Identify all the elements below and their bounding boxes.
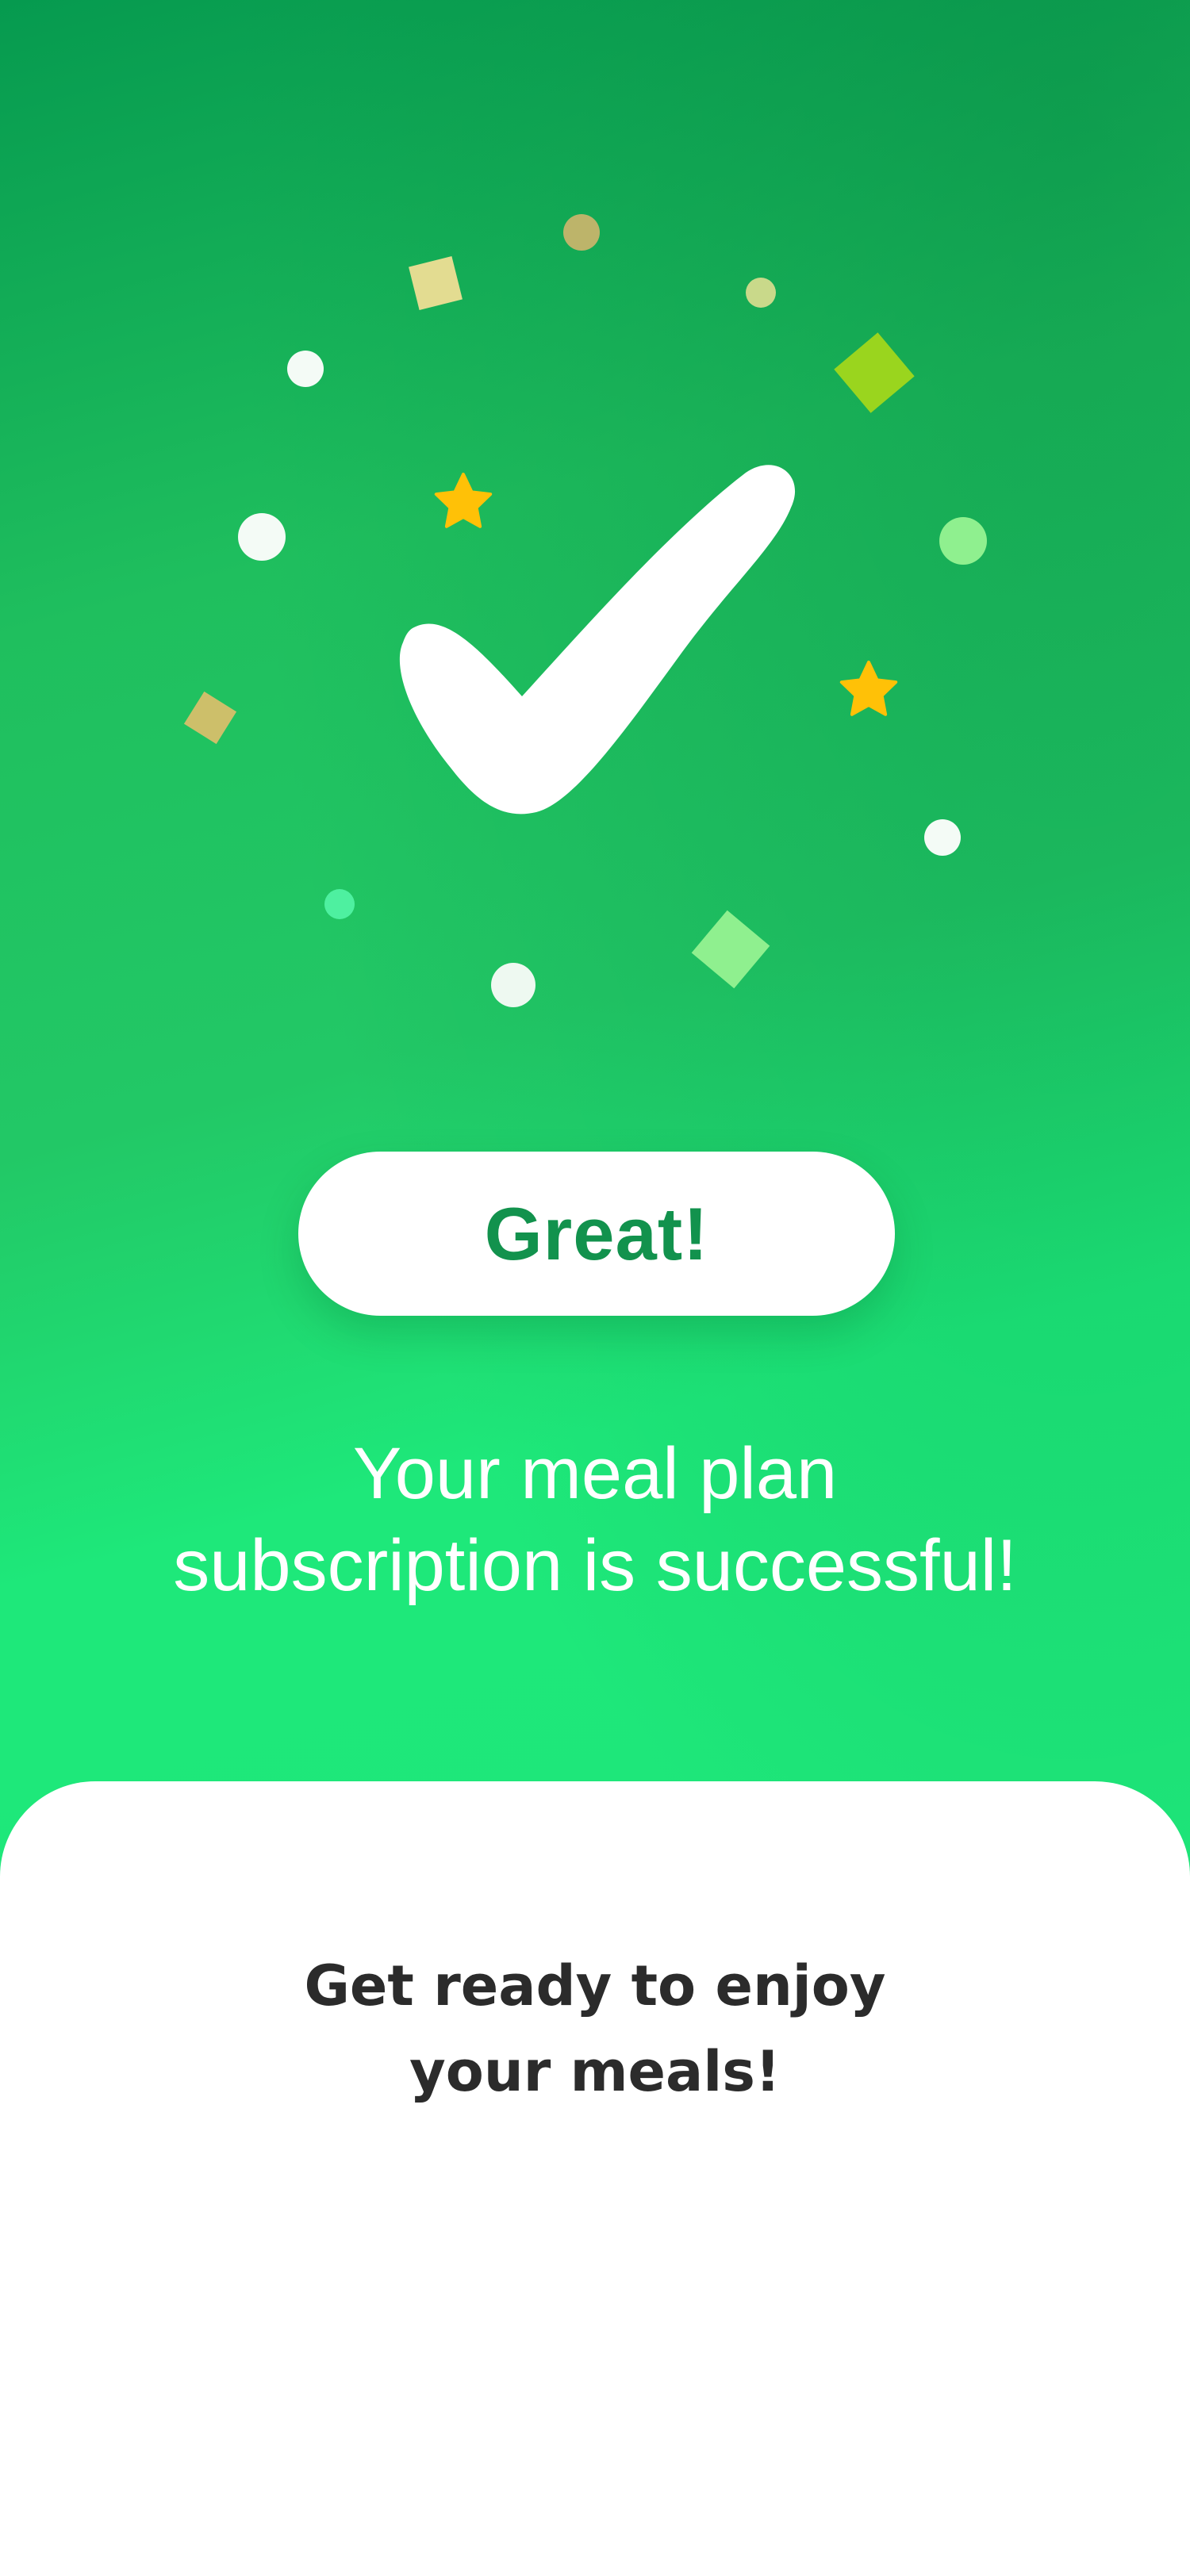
confetti-dot [238,513,286,561]
confetti-dot [287,351,324,387]
confetti-dot [746,278,776,308]
confetti-dot [491,963,536,1007]
confetti-dot [924,819,961,856]
celebration-illustration [183,214,987,1007]
confetti-square [409,256,463,310]
success-message-line-2: subscription is successful! [173,1525,1017,1606]
star-icon [839,661,898,716]
great-button[interactable]: Great! [298,1152,895,1316]
bottom-sheet [0,1781,1190,2576]
sheet-heading-line-2: your meals! [409,2039,781,2104]
confetti-square [834,332,915,413]
confetti-square [691,910,770,989]
confetti-square [183,691,237,745]
star-icon [434,473,493,528]
confetti-dot [939,517,987,565]
confetti-dot [324,889,355,919]
subscription-success-screen: Great! Your meal plan subscription is su… [0,0,1190,2576]
success-message: Your meal plan subscription is successfu… [79,1428,1111,1612]
sheet-heading-line-1: Get ready to enjoy [304,1953,886,2018]
success-message-line-1: Your meal plan [352,1433,838,1514]
sheet-heading: Get ready to enjoy your meals! [159,1943,1031,2114]
confetti-dot [563,214,600,251]
